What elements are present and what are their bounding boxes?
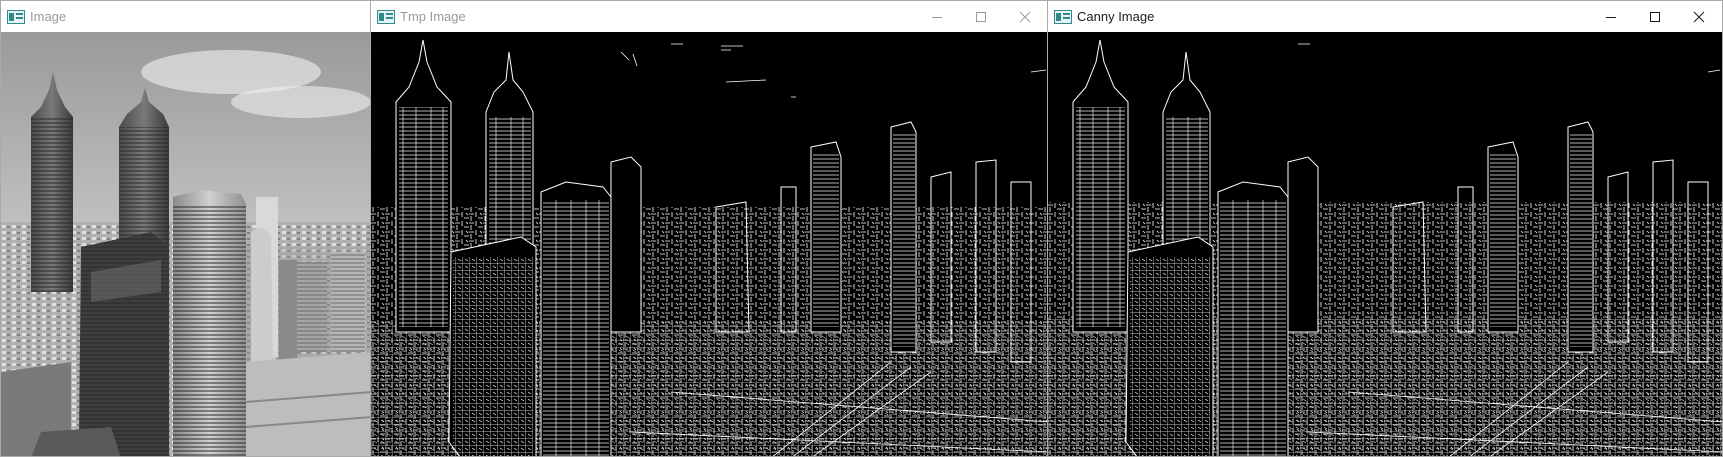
minimize-icon: [1606, 16, 1616, 18]
minimize-button[interactable]: [915, 1, 959, 32]
maximize-icon: [976, 11, 986, 22]
app-icon: [1054, 10, 1072, 24]
window-title: Tmp Image: [400, 9, 466, 24]
grayscale-image: [1, 32, 370, 456]
image-window[interactable]: Image: [0, 0, 371, 457]
canny-edge-image: [1048, 32, 1722, 456]
canny-image-window-titlebar[interactable]: Canny Image: [1048, 1, 1722, 32]
app-icon: [377, 10, 395, 24]
maximize-button[interactable]: [959, 1, 1003, 32]
close-icon: [1019, 11, 1031, 22]
app-icon: [7, 10, 25, 24]
window-title: Image: [30, 9, 67, 24]
window-title: Canny Image: [1077, 9, 1155, 24]
close-button[interactable]: [1003, 1, 1047, 32]
minimize-button[interactable]: [1589, 1, 1633, 32]
maximize-button[interactable]: [1633, 1, 1677, 32]
close-button[interactable]: [1677, 1, 1721, 32]
canny-image-window[interactable]: Canny Image: [1047, 0, 1723, 457]
minimize-icon: [932, 16, 942, 18]
close-icon: [1693, 11, 1705, 22]
edge-image: [371, 32, 1047, 456]
tmp-image-window-titlebar[interactable]: Tmp Image: [371, 1, 1047, 32]
maximize-icon: [1650, 11, 1660, 22]
image-window-titlebar[interactable]: Image: [1, 1, 370, 32]
tmp-image-window[interactable]: Tmp Image: [370, 0, 1048, 457]
